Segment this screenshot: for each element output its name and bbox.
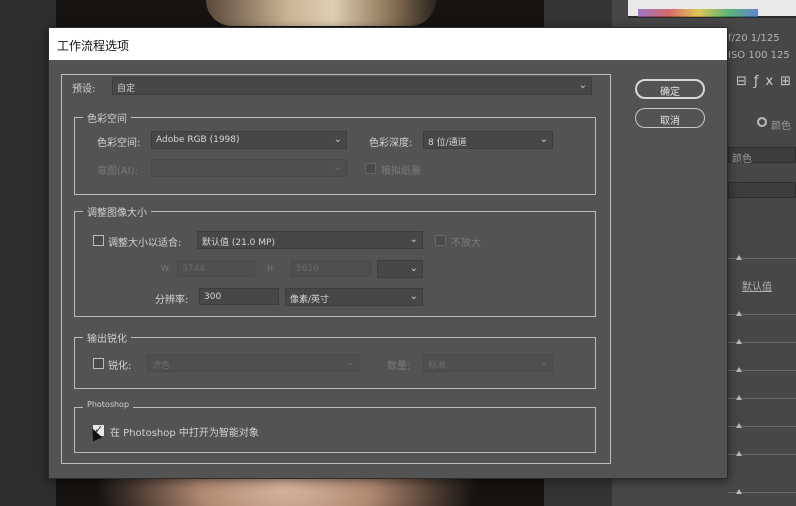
panel-slider[interactable] <box>728 395 796 400</box>
simulate-paper-label: 模拟纸墨 <box>381 166 421 177</box>
chevron-down-icon: ⌄ <box>333 134 342 145</box>
width-input[interactable]: 3744 <box>177 260 255 277</box>
dont-enlarge-label: 不放大 <box>451 238 481 249</box>
resize-group-title: 调整图像大小 <box>83 204 151 219</box>
resolution-unit-value: 像素/英寸 <box>290 295 330 305</box>
panel-select-label: 颜色 <box>732 154 752 165</box>
panel-slider[interactable] <box>728 255 796 260</box>
panel-slider[interactable] <box>728 311 796 316</box>
color-depth-label: 色彩深度: <box>369 138 413 149</box>
color-space-value: Adobe RGB (1998) <box>156 135 240 145</box>
sharpen-checkbox[interactable] <box>93 358 104 369</box>
color-depth-select[interactable]: 8 位/通道 ⌄ <box>423 131 553 149</box>
sharpen-group-title: 输出锐化 <box>83 330 131 345</box>
panel-tool-icons[interactable]: ⊟ƒx⊞☰ <box>736 74 796 89</box>
cancel-button[interactable]: 取消 <box>635 108 705 128</box>
sharpen-select[interactable]: 滤色 ⌄ <box>147 354 359 372</box>
chevron-down-icon: ⌄ <box>409 234 418 245</box>
photo-hair <box>206 0 436 26</box>
height-label: H: <box>267 264 276 273</box>
resize-group: 调整图像大小 调整大小以适合: 默认值 (21.0 MP) ⌄ 不放大 W: 3… <box>74 204 596 317</box>
panel-slider[interactable] <box>728 451 796 456</box>
photoshop-group-title: Photoshop <box>83 400 134 409</box>
panel-radio-label: 颜色 <box>771 121 791 132</box>
smart-object-label: 在 Photoshop 中打开为智能对象 <box>110 428 259 439</box>
photoshop-group: Photoshop 在 Photoshop 中打开为智能对象 <box>74 400 596 453</box>
width-label: W: <box>161 264 172 273</box>
dialog-content: 预设: 自定 ⌄ 色彩空间 色彩空间: Adobe RGB (1998) ⌄ 色… <box>61 74 611 464</box>
preset-value: 自定 <box>117 84 136 94</box>
dialog-title: 工作流程选项 <box>57 39 130 53</box>
panel-slider[interactable] <box>728 489 796 494</box>
color-space-group-title: 色彩空间 <box>83 110 131 125</box>
resize-fit-select[interactable]: 默认值 (21.0 MP) ⌄ <box>197 231 423 249</box>
histogram <box>628 0 796 18</box>
resolution-label: 分辨率: <box>155 295 189 306</box>
amount-label: 数量: <box>387 361 411 372</box>
intent-select[interactable]: ⌄ <box>151 159 347 177</box>
color-space-group: 色彩空间 色彩空间: Adobe RGB (1998) ⌄ 色彩深度: 8 位/… <box>74 110 596 195</box>
workflow-options-dialog: 工作流程选项 预设: 自定 ⌄ 色彩空间 色彩空间: Adobe RGB (19… <box>48 27 728 479</box>
chevron-down-icon: ⌄ <box>409 263 418 274</box>
resolution-input[interactable]: 300 <box>199 288 279 305</box>
camera-meta-line1: f/20 1/125 <box>728 33 780 44</box>
preset-select[interactable]: 自定 ⌄ <box>112 77 592 95</box>
intent-label: 意图(AI): <box>97 166 138 177</box>
chevron-down-icon: ⌄ <box>578 80 587 91</box>
dont-enlarge-checkbox[interactable] <box>435 235 446 246</box>
panel-field[interactable] <box>728 182 796 198</box>
size-unit-select[interactable]: ⌄ <box>377 260 423 278</box>
resolution-unit-select[interactable]: 像素/英寸 ⌄ <box>285 288 423 306</box>
chevron-down-icon: ⌄ <box>333 162 342 173</box>
resize-fit-checkbox[interactable] <box>93 235 104 246</box>
amount-value: 标准 <box>428 361 447 371</box>
preset-label: 预设: <box>72 84 96 95</box>
resize-fit-value: 默认值 (21.0 MP) <box>202 238 275 248</box>
chevron-down-icon: ⌄ <box>539 357 548 368</box>
sharpen-label: 锐化: <box>108 361 132 372</box>
color-space-select[interactable]: Adobe RGB (1998) ⌄ <box>151 131 347 149</box>
dialog-titlebar[interactable]: 工作流程选项 <box>49 28 727 60</box>
sharpen-value: 滤色 <box>152 361 171 371</box>
chevron-down-icon: ⌄ <box>409 291 418 302</box>
panel-slider[interactable] <box>728 339 796 344</box>
panel-radio[interactable] <box>757 117 767 127</box>
color-depth-value: 8 位/通道 <box>428 138 467 148</box>
amount-select[interactable]: 标准 ⌄ <box>423 354 553 372</box>
height-input[interactable]: 5616 <box>291 260 371 277</box>
panel-slider[interactable] <box>728 423 796 428</box>
sharpen-group: 输出锐化 锐化: 滤色 ⌄ 数量: 标准 ⌄ <box>74 330 596 389</box>
panel-slider[interactable] <box>728 367 796 372</box>
simulate-paper-checkbox[interactable] <box>365 163 376 174</box>
camera-meta-line2: ISO 100 125 <box>728 50 790 61</box>
ok-button[interactable]: 确定 <box>635 79 705 99</box>
panel-default-link[interactable]: 默认值 <box>742 278 772 293</box>
color-space-label: 色彩空间: <box>97 138 141 149</box>
chevron-down-icon: ⌄ <box>345 357 354 368</box>
chevron-down-icon: ⌄ <box>539 134 548 145</box>
resize-fit-label: 调整大小以适合: <box>108 238 182 249</box>
